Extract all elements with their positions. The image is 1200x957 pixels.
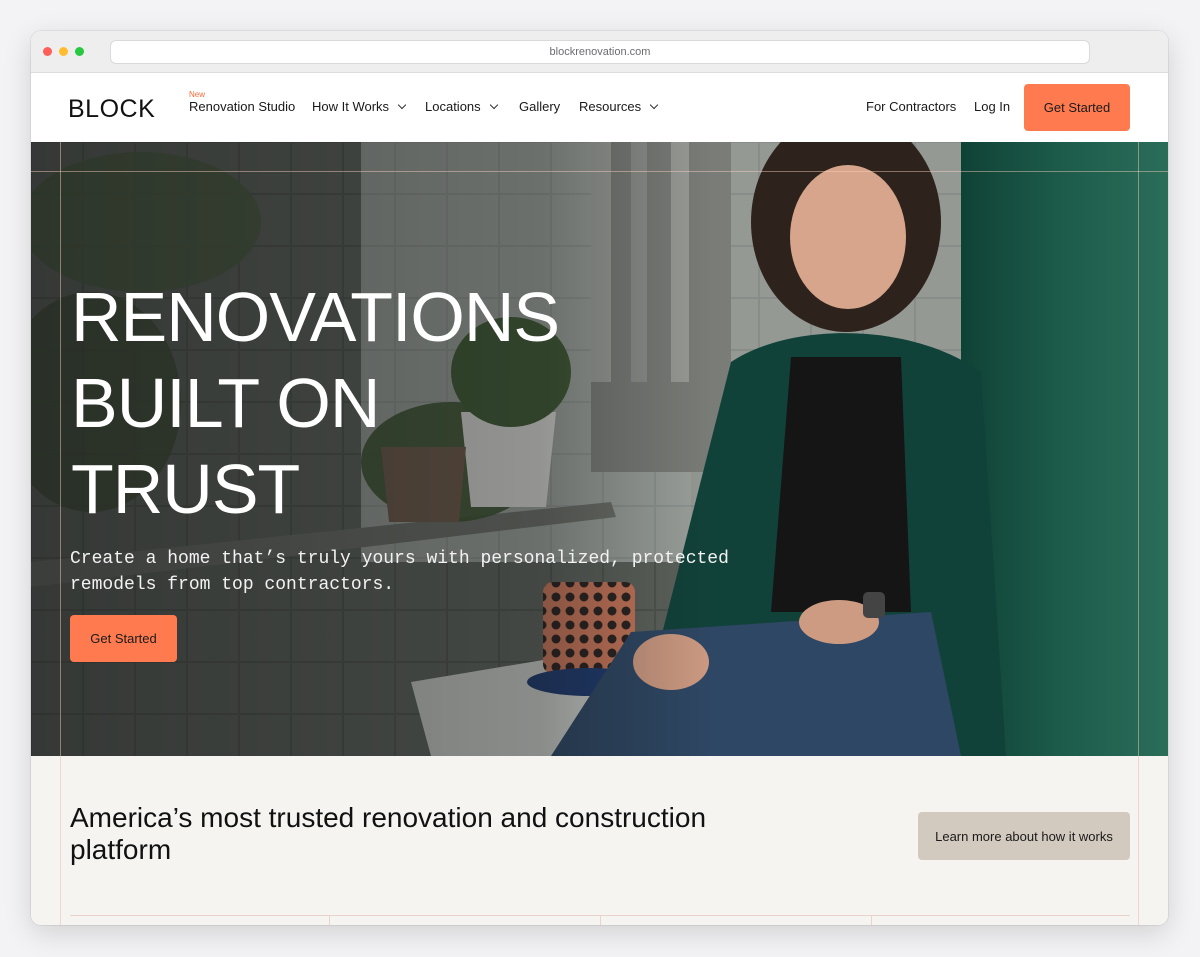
layout-guide	[1138, 756, 1139, 925]
section-tagline: America’s most trusted renovation and co…	[70, 802, 707, 865]
nav-log-in[interactable]: Log In	[974, 99, 1010, 114]
browser-chrome: blockrenovation.com	[31, 31, 1168, 73]
browser-window: blockrenovation.com BLOCK New Renovation…	[31, 31, 1168, 925]
chevron-down-icon	[489, 100, 498, 109]
hero-subtext: Create a home that’s truly yours with pe…	[70, 549, 729, 595]
nav-item-label: Resources	[579, 99, 642, 114]
close-window-icon[interactable]	[43, 47, 52, 56]
nav-item-label: Log In	[974, 99, 1011, 114]
maximize-window-icon[interactable]	[75, 47, 84, 56]
trust-section: America’s most trusted renovation and co…	[31, 756, 1168, 925]
divider	[329, 915, 330, 925]
hero-get-started-button[interactable]: Get Started	[70, 615, 177, 662]
layout-guide	[31, 171, 1168, 172]
address-bar[interactable]: blockrenovation.com	[110, 40, 1090, 64]
nav-item-label: Renovation Studio	[189, 99, 296, 114]
nav-locations[interactable]: Locations	[425, 99, 498, 114]
hero-headline-line: BUILT ON	[71, 364, 380, 442]
header-get-started-button[interactable]: Get Started	[1024, 84, 1130, 131]
hero-headline-line: RENOVATIONS	[71, 278, 560, 356]
nav-item-label: For Contractors	[866, 99, 957, 114]
nav-item-label: Gallery	[519, 99, 561, 114]
chevron-down-icon	[649, 100, 659, 109]
nav-renovation-studio[interactable]: Renovation Studio	[189, 99, 295, 114]
nav-item-label: Locations	[425, 99, 481, 114]
nav-item-label: How It Works	[312, 99, 390, 114]
divider	[600, 915, 601, 925]
block-logo[interactable]: BLOCK	[68, 95, 155, 124]
hero-headline: RENOVATIONS BUILT ON TRUST	[71, 274, 560, 532]
layout-guide	[60, 142, 61, 756]
chevron-down-icon	[397, 100, 407, 109]
site-header: BLOCK New Renovation Studio How It Works…	[31, 73, 1168, 142]
layout-guide	[60, 756, 61, 925]
minimize-window-icon[interactable]	[59, 47, 68, 56]
learn-more-button[interactable]: Learn more about how it works	[918, 812, 1130, 860]
nav-for-contractors[interactable]: For Contractors	[866, 99, 956, 114]
new-badge: New	[189, 90, 206, 99]
nav-resources[interactable]: Resources	[579, 99, 659, 114]
hero-section: RENOVATIONS BUILT ON TRUST Create a home…	[31, 142, 1168, 756]
layout-guide	[1138, 142, 1139, 756]
nav-gallery[interactable]: Gallery	[519, 99, 560, 114]
nav-how-it-works[interactable]: How It Works	[312, 99, 407, 114]
hero-headline-line: TRUST	[71, 450, 300, 528]
divider	[871, 915, 872, 925]
